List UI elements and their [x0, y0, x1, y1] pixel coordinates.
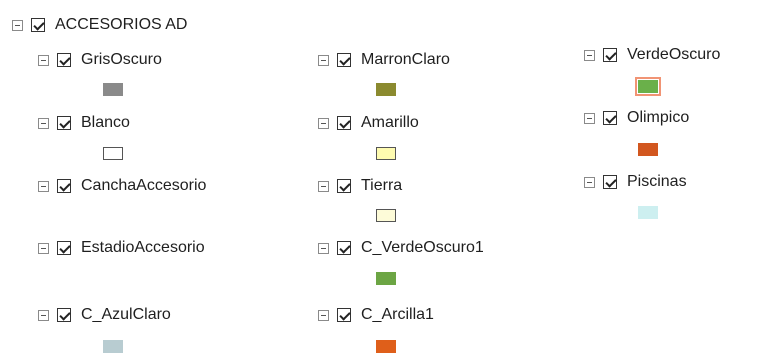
layer-label: Piscinas — [627, 173, 687, 190]
collapse-icon[interactable] — [38, 242, 49, 254]
visibility-checkbox[interactable] — [337, 241, 351, 255]
collapse-icon[interactable] — [318, 242, 329, 254]
layer-symbol-swatch — [638, 206, 658, 219]
layer-node-piscinas[interactable]: Piscinas — [584, 172, 687, 192]
layer-symbol-swatch — [376, 147, 396, 160]
layer-label: Blanco — [81, 114, 130, 131]
layer-node-olimpico[interactable]: Olimpico — [584, 108, 689, 128]
layer-symbol-swatch — [376, 209, 396, 222]
collapse-icon[interactable] — [318, 117, 329, 129]
visibility-checkbox[interactable] — [57, 308, 71, 322]
visibility-checkbox[interactable] — [337, 308, 351, 322]
layer-node-marronclaro[interactable]: MarronClaro — [318, 50, 450, 70]
collapse-icon[interactable] — [318, 54, 329, 66]
layer-label: Amarillo — [361, 114, 419, 131]
layer-node-tierra[interactable]: Tierra — [318, 176, 402, 196]
layer-label: C_Arcilla1 — [361, 306, 434, 323]
tree-node-root[interactable]: ACCESORIOS AD — [12, 15, 187, 35]
layer-symbol-swatch — [103, 340, 123, 353]
tree-node-label: ACCESORIOS AD — [55, 16, 188, 33]
layer-node-amarillo[interactable]: Amarillo — [318, 113, 419, 133]
collapse-icon[interactable] — [584, 112, 595, 124]
layer-symbol-swatch — [376, 272, 396, 285]
collapse-icon[interactable] — [584, 176, 595, 188]
layer-label: VerdeOscuro — [627, 46, 721, 63]
collapse-icon[interactable] — [318, 180, 329, 192]
collapse-icon[interactable] — [38, 54, 49, 66]
collapse-icon[interactable] — [318, 309, 329, 321]
layer-label: Tierra — [361, 177, 403, 194]
visibility-checkbox[interactable] — [603, 175, 617, 189]
visibility-checkbox[interactable] — [57, 241, 71, 255]
layer-symbol-swatch — [376, 340, 396, 353]
visibility-checkbox[interactable] — [57, 116, 71, 130]
visibility-checkbox[interactable] — [337, 116, 351, 130]
visibility-checkbox[interactable] — [337, 179, 351, 193]
layer-node-c-verdeoscuro1[interactable]: C_VerdeOscuro1 — [318, 238, 484, 258]
layer-label: MarronClaro — [361, 51, 450, 68]
layer-symbol-swatch — [103, 147, 123, 160]
layer-node-c-arcilla1[interactable]: C_Arcilla1 — [318, 305, 434, 325]
collapse-icon[interactable] — [38, 180, 49, 192]
visibility-checkbox[interactable] — [57, 53, 71, 67]
visibility-checkbox[interactable] — [337, 53, 351, 67]
collapse-icon[interactable] — [12, 19, 23, 31]
layer-label: C_AzulClaro — [81, 306, 171, 323]
layer-label: Olimpico — [627, 109, 690, 126]
layer-node-estadioaccesorio[interactable]: EstadioAccesorio — [38, 238, 205, 258]
visibility-checkbox[interactable] — [603, 111, 617, 125]
layer-label: CanchaAccesorio — [81, 177, 207, 194]
layer-label: GrisOscuro — [81, 51, 162, 68]
layer-symbol-swatch — [103, 83, 123, 96]
collapse-icon[interactable] — [584, 49, 595, 61]
layer-symbol-swatch — [376, 83, 396, 96]
layer-node-blanco[interactable]: Blanco — [38, 113, 130, 133]
layer-node-verdeoscuro[interactable]: VerdeOscuro — [584, 45, 720, 65]
layer-node-c-azulclaro[interactable]: C_AzulClaro — [38, 305, 171, 325]
collapse-icon[interactable] — [38, 309, 49, 321]
layer-label: C_VerdeOscuro1 — [361, 239, 484, 256]
visibility-checkbox[interactable] — [603, 48, 617, 62]
visibility-checkbox[interactable] — [31, 18, 45, 32]
visibility-checkbox[interactable] — [57, 179, 71, 193]
layer-symbol-swatch — [638, 143, 658, 156]
layer-tree: ACCESORIOS AD GrisOscuro Blanco CanchaAc… — [0, 0, 768, 354]
layer-symbol-swatch[interactable] — [635, 77, 661, 96]
collapse-icon[interactable] — [38, 117, 49, 129]
layer-label: EstadioAccesorio — [81, 239, 205, 256]
layer-node-grisoscuro[interactable]: GrisOscuro — [38, 50, 162, 70]
layer-node-canchaaccesorio[interactable]: CanchaAccesorio — [38, 176, 206, 196]
